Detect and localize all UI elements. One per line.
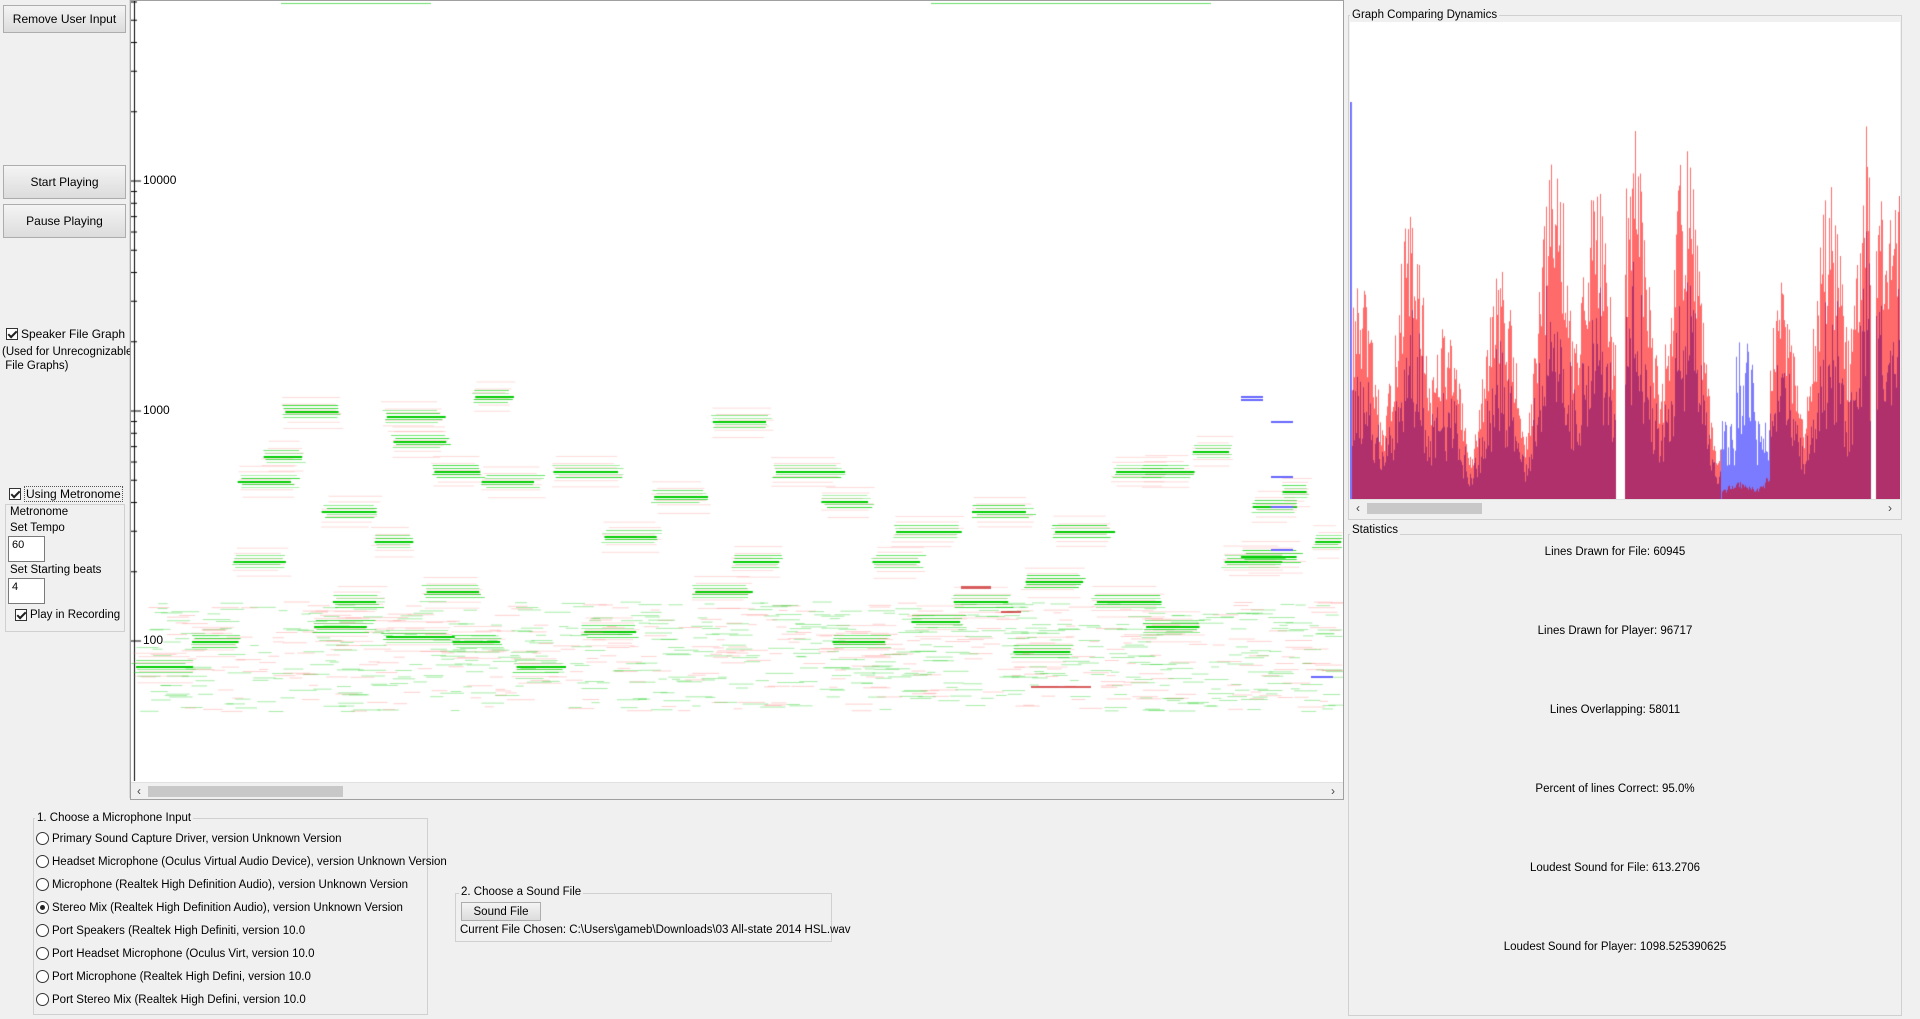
speaker-file-graph-checkbox[interactable]: [6, 328, 18, 340]
tempo-input[interactable]: 60: [8, 536, 45, 562]
radio-button[interactable]: [36, 855, 49, 868]
spectrogram-scrollbar[interactable]: ‹ ›: [131, 782, 1343, 799]
using-metronome-checkbox[interactable]: [9, 488, 21, 500]
dyn-scroll-right-arrow-icon[interactable]: ›: [1882, 500, 1898, 516]
stat-percent-correct: Percent of lines Correct: 95.0%: [1535, 783, 1695, 795]
scroll-right-arrow-icon[interactable]: ›: [1325, 783, 1341, 799]
microphone-title: 1. Choose a Microphone Input: [35, 812, 194, 824]
metronome-title: Metronome: [10, 506, 69, 518]
set-tempo-label: Set Tempo: [10, 522, 65, 534]
microphone-option-label: Port Stereo Mix (Realtek High Defini, ve…: [52, 993, 306, 1006]
radio-button[interactable]: [36, 832, 49, 845]
dyn-scroll-left-arrow-icon[interactable]: ‹: [1350, 500, 1366, 516]
play-in-recording-toggle[interactable]: Play in Recording: [15, 609, 120, 621]
axis-label-10000: 10000: [143, 173, 177, 187]
microphone-option-label: Stereo Mix (Realtek High Definition Audi…: [52, 901, 403, 914]
axis-label-100: 100: [143, 633, 164, 647]
microphone-option-label: Port Microphone (Realtek High Defini, ve…: [52, 970, 311, 983]
axis-label-1000: 1000: [143, 403, 170, 417]
microphone-option[interactable]: Headset Microphone (Oculus Virtual Audio…: [36, 855, 447, 868]
spectrogram-panel[interactable]: 10000 1000 100 ‹ ›: [130, 0, 1344, 800]
starting-beats-input[interactable]: 4: [8, 578, 45, 604]
speaker-note-line1: (Used for Unrecognizable: [2, 346, 133, 358]
stat-loudest-player: Loudest Sound for Player: 1098.525390625: [1503, 941, 1727, 953]
statistics-title: Statistics: [1350, 524, 1401, 536]
microphone-option-label: Microphone (Realtek High Definition Audi…: [52, 878, 409, 891]
speaker-file-graph-toggle[interactable]: Speaker File Graph: [6, 327, 125, 341]
microphone-option-label: Primary Sound Capture Driver, version Un…: [52, 832, 342, 845]
dynamics-canvas: [1350, 22, 1900, 499]
microphone-option[interactable]: Microphone (Realtek High Definition Audi…: [36, 878, 408, 891]
radio-button[interactable]: [36, 947, 49, 960]
using-metronome-toggle[interactable]: Using Metronome: [9, 486, 123, 502]
using-metronome-label: Using Metronome: [24, 486, 123, 502]
radio-button[interactable]: [36, 878, 49, 891]
stat-lines-file: Lines Drawn for File: 60945: [1544, 546, 1686, 558]
play-in-recording-checkbox[interactable]: [15, 609, 27, 621]
microphone-option[interactable]: Port Speakers (Realtek High Definiti, ve…: [36, 924, 305, 937]
pause-playing-button[interactable]: Pause Playing: [3, 204, 126, 238]
set-starting-beats-label: Set Starting beats: [10, 564, 102, 576]
radio-button[interactable]: [36, 993, 49, 1006]
speaker-file-graph-label: Speaker File Graph: [21, 327, 126, 341]
spectrogram-scroll-thumb[interactable]: [148, 786, 343, 797]
start-playing-button[interactable]: Start Playing: [3, 165, 126, 199]
microphone-option-label: Headset Microphone (Oculus Virtual Audio…: [52, 855, 447, 868]
radio-button[interactable]: [36, 970, 49, 983]
spectrogram-canvas: [131, 1, 1343, 781]
radio-button[interactable]: [36, 924, 49, 937]
microphone-option[interactable]: Primary Sound Capture Driver, version Un…: [36, 832, 342, 845]
stat-lines-overlap: Lines Overlapping: 58011: [1549, 704, 1681, 716]
radio-button[interactable]: [36, 901, 49, 914]
microphone-option-label: Port Speakers (Realtek High Definiti, ve…: [52, 924, 306, 937]
dynamics-scrollbar[interactable]: ‹ ›: [1350, 499, 1900, 516]
microphone-group: [33, 818, 428, 1015]
microphone-option-label: Port Headset Microphone (Oculus Virt, ve…: [52, 947, 315, 960]
dynamics-scroll-thumb[interactable]: [1367, 503, 1482, 514]
left-panel: [0, 0, 130, 798]
microphone-option[interactable]: Port Headset Microphone (Oculus Virt, ve…: [36, 947, 315, 960]
current-file-label: Current File Chosen: C:\Users\gameb\Down…: [460, 924, 851, 936]
stat-loudest-file: Loudest Sound for File: 613.2706: [1529, 862, 1701, 874]
microphone-option[interactable]: Port Microphone (Realtek High Defini, ve…: [36, 970, 311, 983]
play-in-recording-label: Play in Recording: [30, 609, 121, 621]
scroll-left-arrow-icon[interactable]: ‹: [131, 783, 147, 799]
dynamics-title: Graph Comparing Dynamics: [1350, 9, 1500, 21]
microphone-option[interactable]: Stereo Mix (Realtek High Definition Audi…: [36, 901, 403, 914]
remove-user-input-button[interactable]: Remove User Input: [3, 5, 126, 33]
sound-file-button[interactable]: Sound File: [461, 902, 541, 921]
sound-file-title: 2. Choose a Sound File: [459, 886, 584, 898]
dynamics-graph[interactable]: [1350, 22, 1900, 499]
speaker-note-line2: File Graphs): [2, 360, 69, 372]
stat-lines-player: Lines Drawn for Player: 96717: [1537, 625, 1693, 637]
microphone-option[interactable]: Port Stereo Mix (Realtek High Defini, ve…: [36, 993, 306, 1006]
